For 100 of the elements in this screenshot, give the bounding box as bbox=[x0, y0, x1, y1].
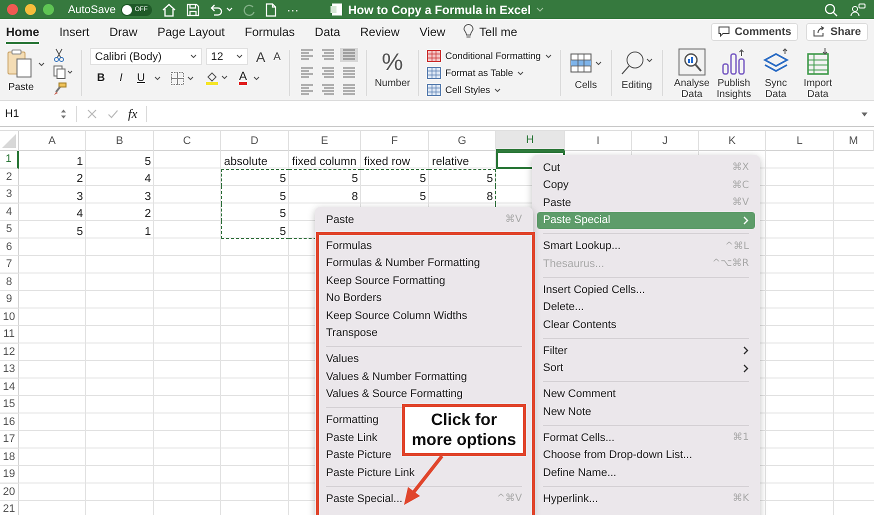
name-box[interactable]: H1 bbox=[5, 108, 51, 120]
row-header[interactable]: 9 bbox=[0, 291, 19, 308]
menu-item[interactable]: Paste ⌘V bbox=[320, 211, 528, 228]
row-header[interactable]: 13 bbox=[0, 361, 19, 378]
row-header[interactable]: 14 bbox=[0, 378, 19, 396]
stepper-icon[interactable] bbox=[60, 108, 67, 120]
paste-button[interactable]: Paste bbox=[6, 48, 36, 93]
styles-menu-item[interactable]: Conditional Formatting bbox=[427, 48, 552, 64]
menu-item[interactable]: Transpose bbox=[320, 324, 528, 342]
row-header[interactable]: 2 bbox=[0, 168, 19, 186]
share-button[interactable]: Share bbox=[806, 22, 868, 40]
ribbon-tab[interactable]: Page Layout bbox=[157, 19, 225, 44]
ribbon-tab[interactable]: Insert bbox=[59, 19, 90, 44]
caret-icon[interactable] bbox=[190, 54, 197, 59]
menu-item[interactable]: Paste Special... ^⌘V bbox=[320, 490, 528, 508]
column-header[interactable]: I bbox=[565, 131, 632, 151]
column-header[interactable]: E bbox=[289, 131, 361, 151]
caret-icon[interactable] bbox=[154, 76, 161, 80]
menu-item[interactable]: Values & Source Formatting bbox=[320, 386, 528, 403]
row-header[interactable]: 17 bbox=[0, 431, 19, 448]
menu-item[interactable]: Delete... bbox=[537, 298, 755, 316]
row-header[interactable]: 8 bbox=[0, 274, 19, 291]
row-header[interactable]: 20 bbox=[0, 484, 19, 501]
menu-item[interactable]: Insert Copied Cells... bbox=[537, 281, 755, 298]
column-header[interactable]: F bbox=[361, 131, 429, 151]
column-header[interactable]: H bbox=[496, 131, 565, 151]
add-in-button[interactable]: Analyse Data bbox=[670, 48, 713, 100]
add-in-button[interactable]: Import Data bbox=[796, 48, 839, 100]
format-painter-icon[interactable] bbox=[53, 82, 67, 96]
editing-button[interactable]: Editing bbox=[620, 48, 654, 91]
menu-item[interactable]: Values bbox=[320, 350, 528, 368]
row-header[interactable]: 12 bbox=[0, 344, 19, 361]
column-header[interactable]: D bbox=[221, 131, 289, 151]
caret-icon[interactable] bbox=[38, 62, 45, 67]
menu-item[interactable]: Keep Source Formatting bbox=[320, 272, 528, 290]
row-header[interactable]: 15 bbox=[0, 396, 19, 414]
menu-item[interactable]: New Comment bbox=[537, 386, 755, 403]
row-header[interactable]: 18 bbox=[0, 448, 19, 466]
font-size-field[interactable]: 12 bbox=[206, 48, 248, 65]
ribbon-tab[interactable]: Review bbox=[360, 19, 400, 44]
add-in-button[interactable]: Sync Data bbox=[754, 48, 797, 100]
decrease-font-size-button[interactable]: A bbox=[273, 50, 281, 62]
save-icon[interactable] bbox=[186, 2, 200, 16]
menu-item[interactable]: New Note bbox=[537, 403, 755, 420]
menu-item[interactable]: Paste Picture Link bbox=[320, 464, 528, 482]
fill-color-icon[interactable] bbox=[205, 71, 229, 85]
menu-item[interactable]: Keep Source Column Widths bbox=[320, 307, 528, 324]
expand-icon[interactable] bbox=[861, 112, 868, 116]
row-header[interactable]: 11 bbox=[0, 326, 19, 344]
row-header[interactable]: 4 bbox=[0, 204, 19, 221]
chevron-down-icon[interactable] bbox=[536, 7, 544, 12]
ribbon-tab[interactable]: Data bbox=[314, 19, 340, 44]
row-header[interactable]: 16 bbox=[0, 414, 19, 431]
menu-item[interactable]: Clear Contents bbox=[537, 316, 755, 334]
row-header[interactable]: 19 bbox=[0, 466, 19, 484]
menu-item[interactable]: Define Name... bbox=[537, 464, 755, 482]
column-header[interactable]: L bbox=[766, 131, 834, 151]
underline-button[interactable]: U bbox=[134, 72, 148, 84]
styles-menu-item[interactable]: Format as Table bbox=[427, 65, 552, 81]
styles-menu-item[interactable]: Cell Styles bbox=[427, 82, 552, 98]
caret-icon[interactable] bbox=[236, 54, 243, 59]
menu-item[interactable]: Values & Number Formatting bbox=[320, 368, 528, 386]
comments-button[interactable]: Comments bbox=[710, 22, 798, 40]
tell-me-search[interactable]: Tell me bbox=[479, 24, 518, 38]
menu-item[interactable]: Hyperlink... ⌘K bbox=[537, 490, 755, 508]
menu-item[interactable]: No Borders bbox=[320, 290, 528, 307]
increase-font-size-button[interactable]: A bbox=[256, 48, 266, 64]
insert-function-button[interactable]: fx bbox=[128, 106, 138, 122]
column-header[interactable]: K bbox=[699, 131, 766, 151]
row-header[interactable]: 10 bbox=[0, 308, 19, 326]
align-icon[interactable] bbox=[340, 48, 358, 62]
minimize-window-icon[interactable] bbox=[25, 4, 36, 15]
italic-button[interactable]: I bbox=[114, 72, 128, 84]
search-icon[interactable] bbox=[824, 2, 838, 16]
caret-icon[interactable] bbox=[253, 76, 260, 80]
menu-item[interactable]: Paste ⌘V bbox=[537, 194, 755, 212]
menu-item[interactable]: Smart Lookup... ^⌘L bbox=[537, 238, 755, 255]
cells-button[interactable]: Cells bbox=[568, 48, 603, 91]
menu-item[interactable]: Filter bbox=[537, 342, 755, 360]
column-header[interactable]: J bbox=[632, 131, 699, 151]
row-header[interactable]: 5 bbox=[0, 221, 19, 238]
row-header[interactable]: 21 bbox=[0, 501, 19, 515]
menu-item[interactable]: Copy ⌘C bbox=[537, 176, 755, 194]
add-in-button[interactable]: Publish Insights bbox=[712, 48, 755, 100]
column-header[interactable]: B bbox=[86, 131, 154, 151]
column-header[interactable]: M bbox=[834, 131, 874, 151]
ribbon-tab[interactable]: Formulas bbox=[244, 19, 295, 44]
undo-icon[interactable] bbox=[208, 2, 223, 16]
scissors-icon[interactable] bbox=[53, 48, 65, 62]
row-header[interactable]: 3 bbox=[0, 186, 19, 204]
column-header[interactable]: C bbox=[154, 131, 221, 151]
ribbon-tab[interactable]: View bbox=[420, 19, 446, 44]
lightbulb-icon[interactable] bbox=[463, 24, 474, 39]
number-format-button[interactable]: % Number bbox=[374, 48, 410, 89]
font-family-field[interactable]: Calibri (Body) bbox=[90, 48, 202, 65]
row-header[interactable]: 1 bbox=[0, 151, 19, 168]
home-icon[interactable] bbox=[160, 2, 177, 16]
menu-item[interactable]: Sort bbox=[537, 360, 755, 377]
menu-item[interactable]: Cut ⌘X bbox=[537, 159, 755, 176]
more-button[interactable]: ··· bbox=[286, 2, 299, 16]
